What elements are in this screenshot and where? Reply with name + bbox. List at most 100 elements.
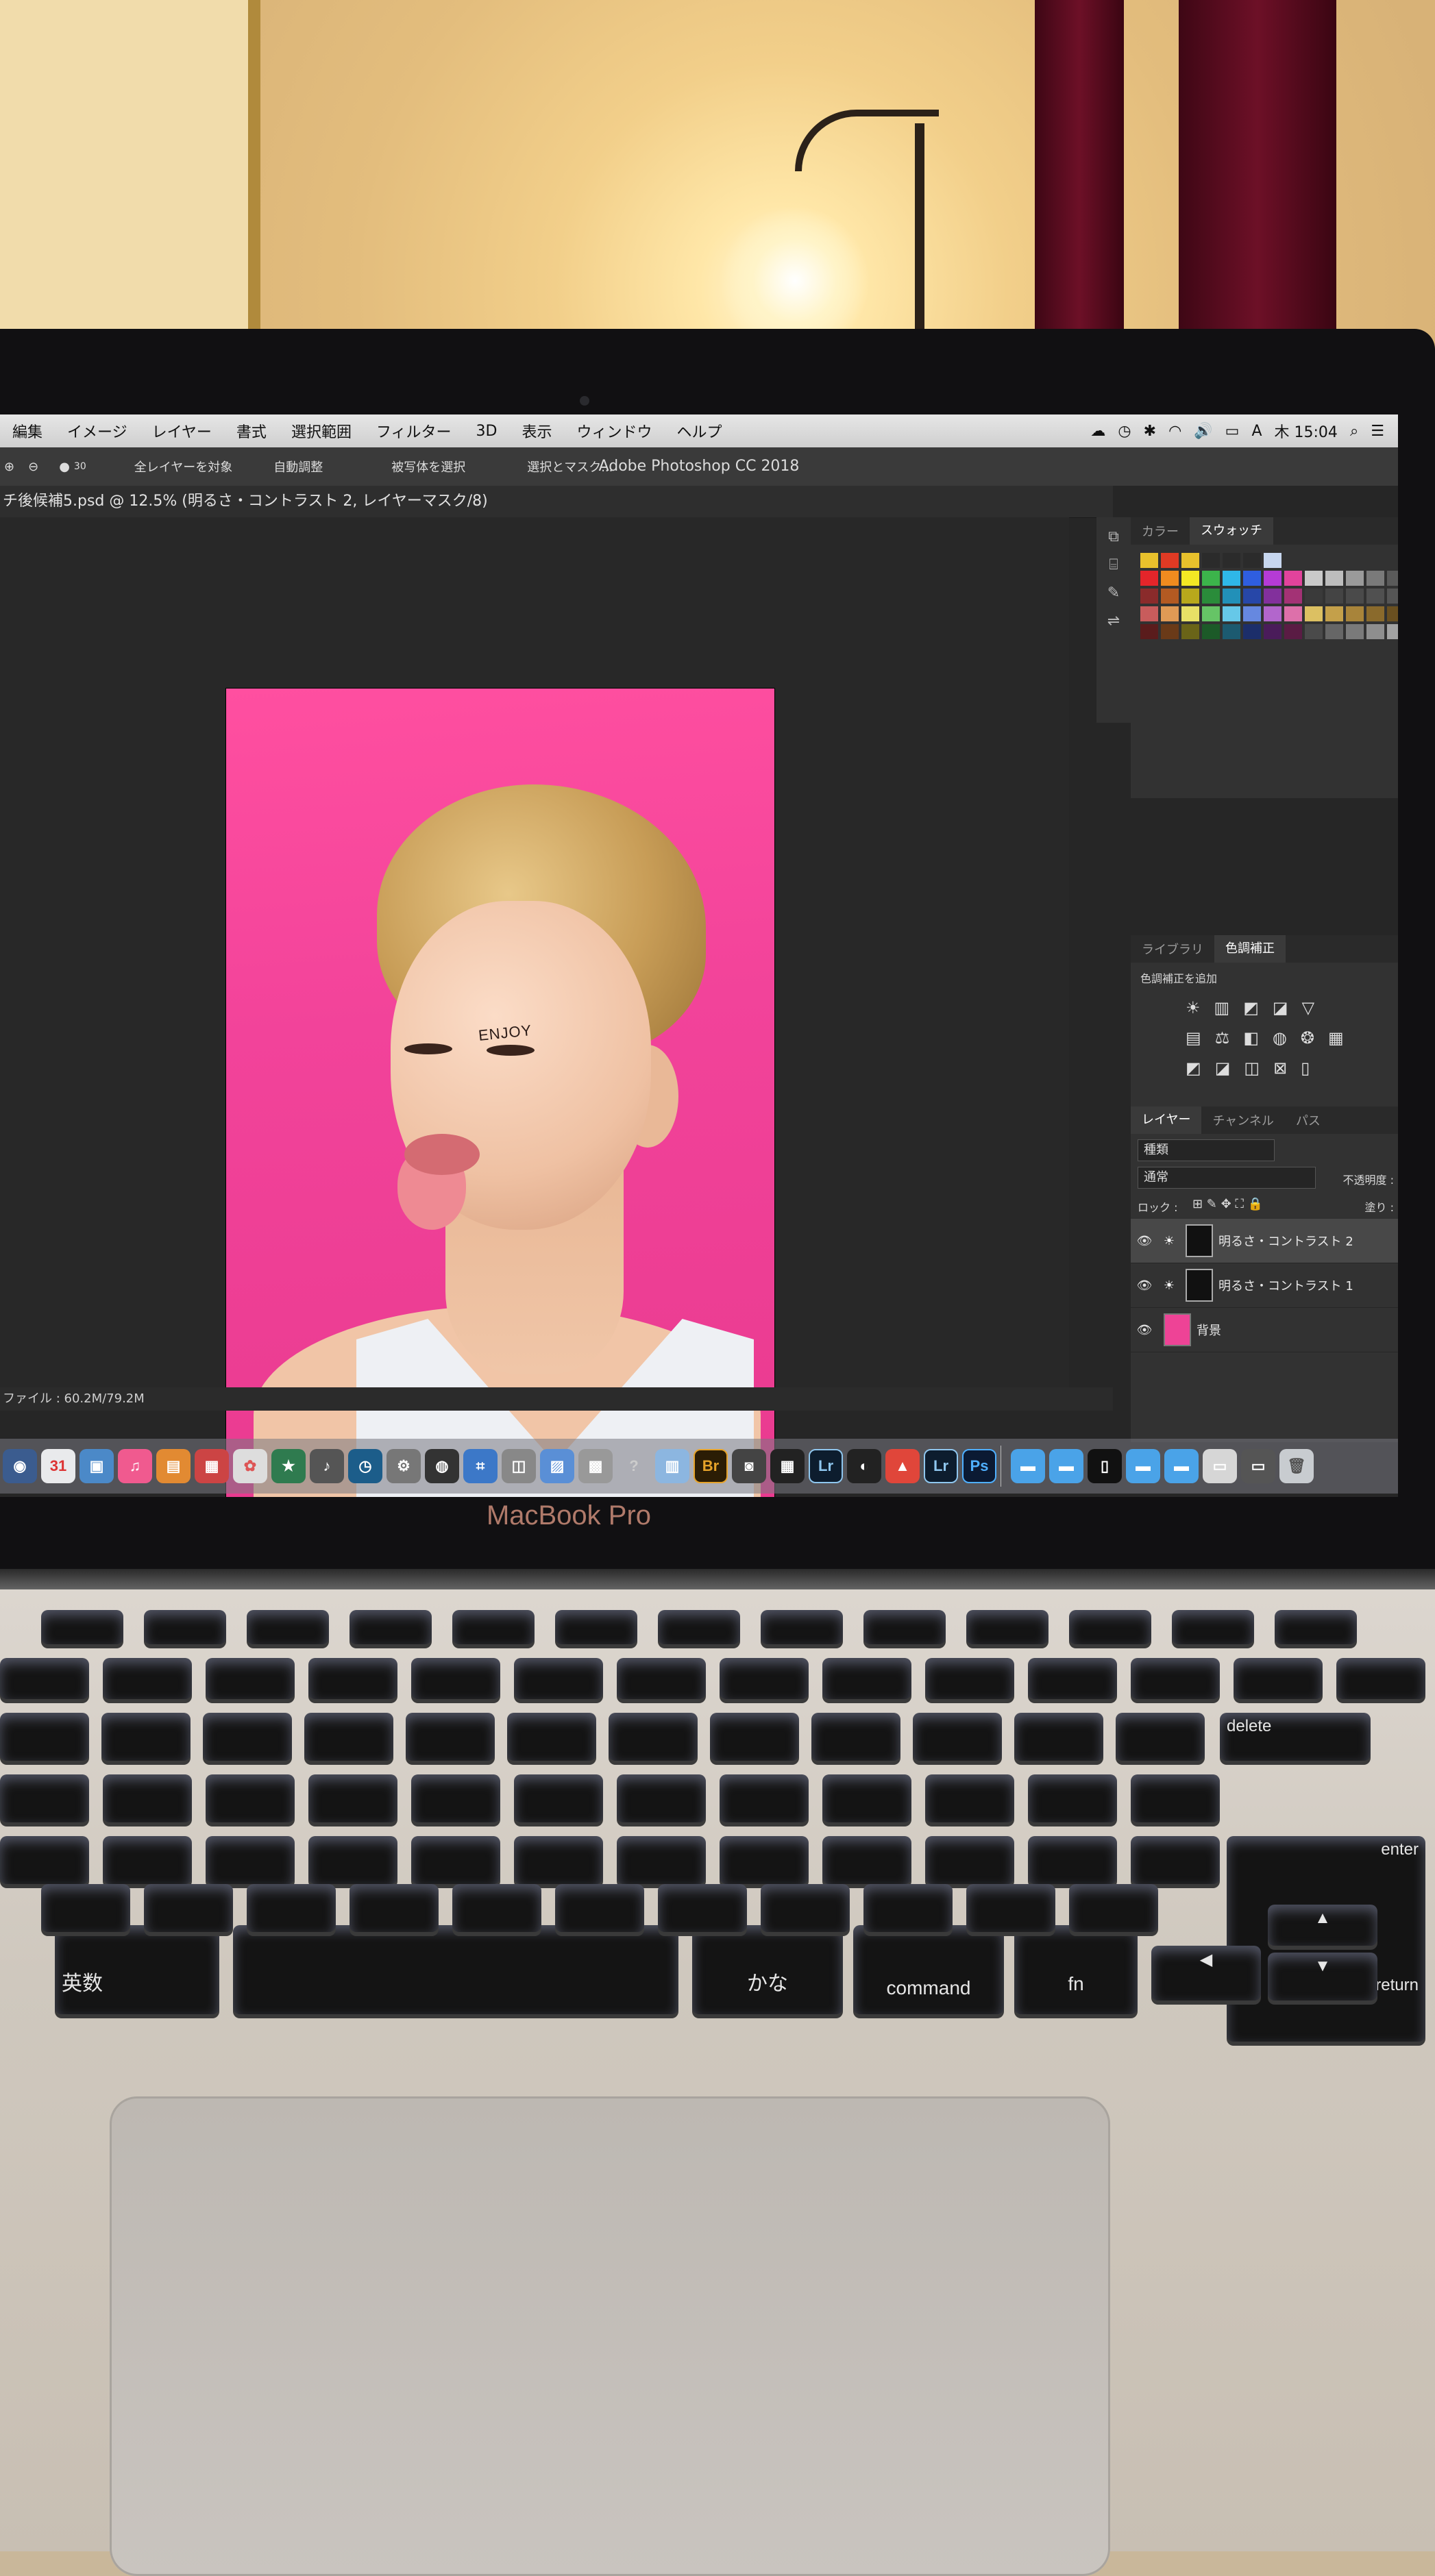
history-icon[interactable]: ⧉	[1096, 528, 1131, 545]
tab-adjustments[interactable]: 色調補正	[1214, 935, 1286, 963]
menu-layer[interactable]: レイヤー	[152, 420, 212, 442]
color-balance-icon[interactable]: ⚖	[1215, 1028, 1230, 1048]
tab-libraries[interactable]: ライブラリ	[1131, 940, 1214, 958]
layer-mask-thumbnail[interactable]	[1186, 1269, 1213, 1302]
keyboard-key[interactable]	[761, 1884, 850, 1932]
down-arrow-key[interactable]: ▼	[1268, 1953, 1377, 2001]
file-icon[interactable]: ▭	[1203, 1449, 1237, 1483]
keyboard-key[interactable]	[0, 1836, 89, 1884]
keyboard-key[interactable]	[203, 1713, 292, 1761]
layer-thumbnail[interactable]	[1164, 1313, 1191, 1346]
gradient-map-icon[interactable]: ▯	[1301, 1058, 1310, 1078]
layer-mask-thumbnail[interactable]	[1186, 1224, 1213, 1257]
color-swatch[interactable]	[1223, 624, 1240, 639]
color-swatch[interactable]	[1243, 624, 1261, 639]
keyboard-key[interactable]	[1069, 1610, 1151, 1644]
system-preferences-icon[interactable]: ⚙	[387, 1449, 421, 1483]
folder-icon[interactable]: ▬	[1011, 1449, 1045, 1483]
keyboard-key[interactable]	[103, 1774, 192, 1822]
dock-app-icon[interactable]: ◉	[3, 1449, 37, 1483]
keyboard-key[interactable]	[811, 1713, 900, 1761]
menu-edit[interactable]: 編集	[12, 420, 42, 442]
menu-filter[interactable]: フィルター	[376, 420, 452, 442]
channel-mixer-icon[interactable]: ❂	[1301, 1028, 1314, 1048]
color-swatch[interactable]	[1366, 624, 1384, 639]
keyboard-key[interactable]	[206, 1836, 295, 1884]
wifi-icon[interactable]: ◠	[1168, 423, 1181, 440]
color-swatch[interactable]	[1366, 589, 1384, 604]
keyboard-key[interactable]	[41, 1884, 130, 1932]
color-swatch[interactable]	[1346, 606, 1364, 621]
select-subject-button[interactable]: 被写体を選択	[391, 458, 465, 475]
layer-row[interactable]: 👁 ☀ 明るさ・コントラスト 1	[1131, 1263, 1398, 1308]
keyboard-key[interactable]	[966, 1884, 1055, 1932]
color-swatch[interactable]	[1202, 571, 1220, 586]
keyboard-key[interactable]	[720, 1774, 809, 1822]
color-swatch[interactable]	[1284, 624, 1302, 639]
keyboard-key[interactable]	[863, 1610, 946, 1644]
textedit-icon[interactable]: ▥	[655, 1449, 689, 1483]
fn-key[interactable]: fn	[1014, 1925, 1138, 2014]
notification-center-icon[interactable]: ☰	[1371, 423, 1384, 440]
space-bar[interactable]	[233, 1925, 678, 2014]
menu-window[interactable]: ウィンドウ	[576, 420, 652, 442]
keyboard-key[interactable]	[658, 1884, 747, 1932]
color-swatch[interactable]	[1346, 571, 1364, 586]
lightroom-classic-icon[interactable]: Lr	[924, 1449, 958, 1483]
trackpad[interactable]	[110, 2096, 1110, 2576]
imovie-icon[interactable]: ★	[271, 1449, 306, 1483]
keyboard-key[interactable]	[411, 1658, 500, 1699]
color-swatch[interactable]	[1305, 606, 1323, 621]
color-swatch[interactable]	[1223, 571, 1240, 586]
levels-icon[interactable]: ▥	[1214, 998, 1230, 1017]
color-swatch[interactable]	[1181, 553, 1199, 568]
color-swatch[interactable]	[1181, 589, 1199, 604]
delete-key[interactable]: delete	[1220, 1713, 1371, 1761]
color-swatch[interactable]	[1346, 589, 1364, 604]
folder-icon[interactable]: ▬	[1126, 1449, 1160, 1483]
keyboard-key[interactable]	[103, 1658, 192, 1699]
color-swatch[interactable]	[1223, 589, 1240, 604]
battery-icon[interactable]: ▭	[1225, 423, 1240, 440]
color-swatch[interactable]	[1325, 571, 1343, 586]
color-swatch[interactable]	[1140, 589, 1158, 604]
color-swatch[interactable]	[1346, 624, 1364, 639]
image-capture-icon[interactable]: ▨	[540, 1449, 574, 1483]
keyboard-key[interactable]	[1131, 1658, 1220, 1699]
tab-layers[interactable]: レイヤー	[1131, 1106, 1202, 1134]
color-swatch[interactable]	[1243, 553, 1261, 568]
kana-key[interactable]: かな	[692, 1925, 843, 2014]
quick-select-add-icon[interactable]: ⊕	[4, 460, 14, 474]
keyboard-key[interactable]	[406, 1713, 495, 1761]
keyboard-key[interactable]	[0, 1774, 89, 1822]
tab-channels[interactable]: チャンネル	[1201, 1111, 1284, 1129]
vibrance-icon[interactable]: ▽	[1302, 998, 1314, 1017]
left-arrow-key[interactable]: ◀	[1151, 1946, 1261, 2001]
keyboard-key[interactable]	[411, 1774, 500, 1822]
keyboard-key[interactable]	[555, 1884, 644, 1932]
keyboard-key[interactable]	[1069, 1884, 1158, 1932]
selective-color-icon[interactable]: ⊠	[1273, 1058, 1287, 1078]
brush-size[interactable]: 30	[74, 461, 86, 472]
spotlight-icon[interactable]: ⌕	[1350, 423, 1358, 440]
tab-paths[interactable]: パス	[1285, 1111, 1332, 1129]
lock-icons[interactable]: ⊞ ✎ ✥ ⛶ 🔒	[1192, 1197, 1263, 1211]
color-swatch[interactable]	[1325, 606, 1343, 621]
keyboard-key[interactable]	[514, 1774, 603, 1822]
bridge-icon[interactable]: Br	[694, 1449, 728, 1483]
color-swatch[interactable]	[1264, 606, 1281, 621]
photo-booth-icon[interactable]: ▦	[195, 1449, 229, 1483]
black-white-icon[interactable]: ◧	[1243, 1028, 1259, 1048]
keyboard-key[interactable]	[1172, 1610, 1254, 1644]
network-icon[interactable]: ⌗	[463, 1449, 498, 1483]
keyboard-key[interactable]	[1234, 1658, 1323, 1699]
color-swatch[interactable]	[1325, 624, 1343, 639]
keyboard-key[interactable]	[1131, 1836, 1220, 1884]
color-swatch[interactable]	[1181, 606, 1199, 621]
command-key[interactable]: command	[853, 1925, 1004, 2014]
color-swatch[interactable]	[1161, 571, 1179, 586]
keyboard-key[interactable]	[349, 1884, 439, 1932]
keyboard-key[interactable]	[555, 1610, 637, 1644]
keyboard-key[interactable]	[658, 1610, 740, 1644]
menu-type[interactable]: 書式	[236, 420, 267, 442]
